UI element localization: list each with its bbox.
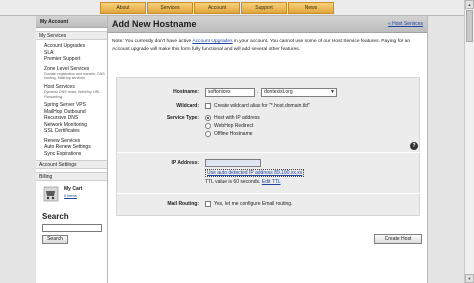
vertical-scrollbar[interactable]: ▲ ▼	[464, 0, 474, 283]
page-title: Add New Hostname	[112, 19, 197, 29]
host-services-back-link[interactable]: « Host Services	[388, 21, 423, 27]
service-option-offline: Offline Hostname	[214, 131, 253, 137]
cart-title: My Cart	[64, 186, 83, 193]
sidebar: My Account My Services Account Upgrades …	[36, 16, 108, 283]
upgrade-notice: Note: You currently don't have active Ac…	[112, 38, 426, 54]
nav-news[interactable]: News	[288, 2, 334, 14]
notice-prefix: Note: You currently don't have active	[112, 39, 193, 44]
service-type-label: Service Type:	[166, 115, 199, 121]
mail-routing-checkbox[interactable]	[205, 201, 211, 207]
ip-address-input[interactable]	[205, 159, 261, 167]
auto-detected-ip-link[interactable]: Use auto detected IP address 89.190.xx.x…	[205, 169, 305, 177]
service-radio-offline[interactable]	[205, 131, 211, 137]
page-title-bar: Add New Hostname « Host Services	[108, 16, 427, 33]
wildcard-checkbox[interactable]	[205, 103, 211, 109]
hostname-input[interactable]: softonices	[205, 88, 255, 97]
search-heading: Search	[42, 212, 69, 222]
service-option-host-ip: Host with IP address	[214, 115, 260, 121]
service-option-webhop: WebHop Redirect	[214, 123, 254, 129]
ttl-text: TTL value is 60 seconds.	[205, 179, 262, 185]
nav-support[interactable]: Support	[241, 2, 287, 14]
hostname-dot-separator: .	[257, 89, 259, 95]
nav-services[interactable]: Services	[147, 2, 193, 14]
nav-account[interactable]: Account	[194, 2, 240, 14]
add-host-form: Hostname: softonices . dontexist.org ▼ W…	[116, 77, 421, 216]
sidebar-section-account-settings[interactable]: Account Settings	[36, 160, 107, 170]
hostname-label: Hostname:	[173, 89, 199, 95]
scroll-up-icon[interactable]: ▲	[465, 0, 474, 9]
scroll-thumb[interactable]	[466, 10, 473, 42]
edit-ttl-link[interactable]: Edit TTL	[262, 179, 281, 185]
service-radio-webhop[interactable]	[205, 123, 211, 129]
chevron-down-icon: ▼	[330, 89, 335, 95]
sidebar-section-my-services[interactable]: My Services	[36, 31, 107, 40]
service-radio-host-ip[interactable]	[205, 115, 211, 121]
wildcard-text: Create wildcard alias for "*.host.domain…	[214, 103, 310, 109]
main-content: Add New Hostname « Host Services Note: Y…	[108, 16, 428, 283]
sidebar-header-my-account[interactable]: My Account	[36, 16, 107, 28]
account-upgrades-link[interactable]: Account Upgrades	[192, 39, 232, 44]
sidebar-zone-description: Domain registration and transfer, DNS ho…	[44, 72, 105, 81]
scroll-down-icon[interactable]: ▼	[465, 274, 474, 283]
search-input[interactable]	[42, 224, 102, 233]
mail-routing-label: Mail Routing:	[167, 201, 199, 207]
main-nav: About Services Account Support News	[100, 2, 335, 14]
nav-about[interactable]: About	[100, 2, 146, 14]
sidebar-host-description: Dynamic DNS hosts, WebHop URL Forwarding	[44, 90, 101, 99]
ttl-info: TTL value is 60 seconds. Edit TTL	[205, 179, 281, 185]
search-button[interactable]: Search	[42, 235, 68, 245]
cart-icon[interactable]	[43, 185, 59, 203]
help-icon[interactable]: ?	[410, 142, 418, 150]
domain-select[interactable]: dontexist.org ▼	[261, 88, 337, 97]
create-host-button[interactable]: Create Host	[374, 234, 422, 244]
domain-select-value: dontexist.org	[264, 89, 293, 95]
wildcard-label: Wildcard:	[176, 103, 199, 109]
mail-routing-text: Yes, let me configure Email routing.	[214, 201, 293, 207]
cart-widget: My Cart 0 items	[36, 181, 107, 209]
form-divider	[117, 152, 421, 153]
ip-address-label: IP Address:	[171, 160, 199, 166]
cart-items-link[interactable]: 0 items	[64, 193, 77, 198]
top-bar: About Services Account Support News	[0, 0, 474, 16]
sidebar-section-billing[interactable]: Billing	[36, 172, 107, 182]
form-divider-2	[117, 193, 421, 194]
